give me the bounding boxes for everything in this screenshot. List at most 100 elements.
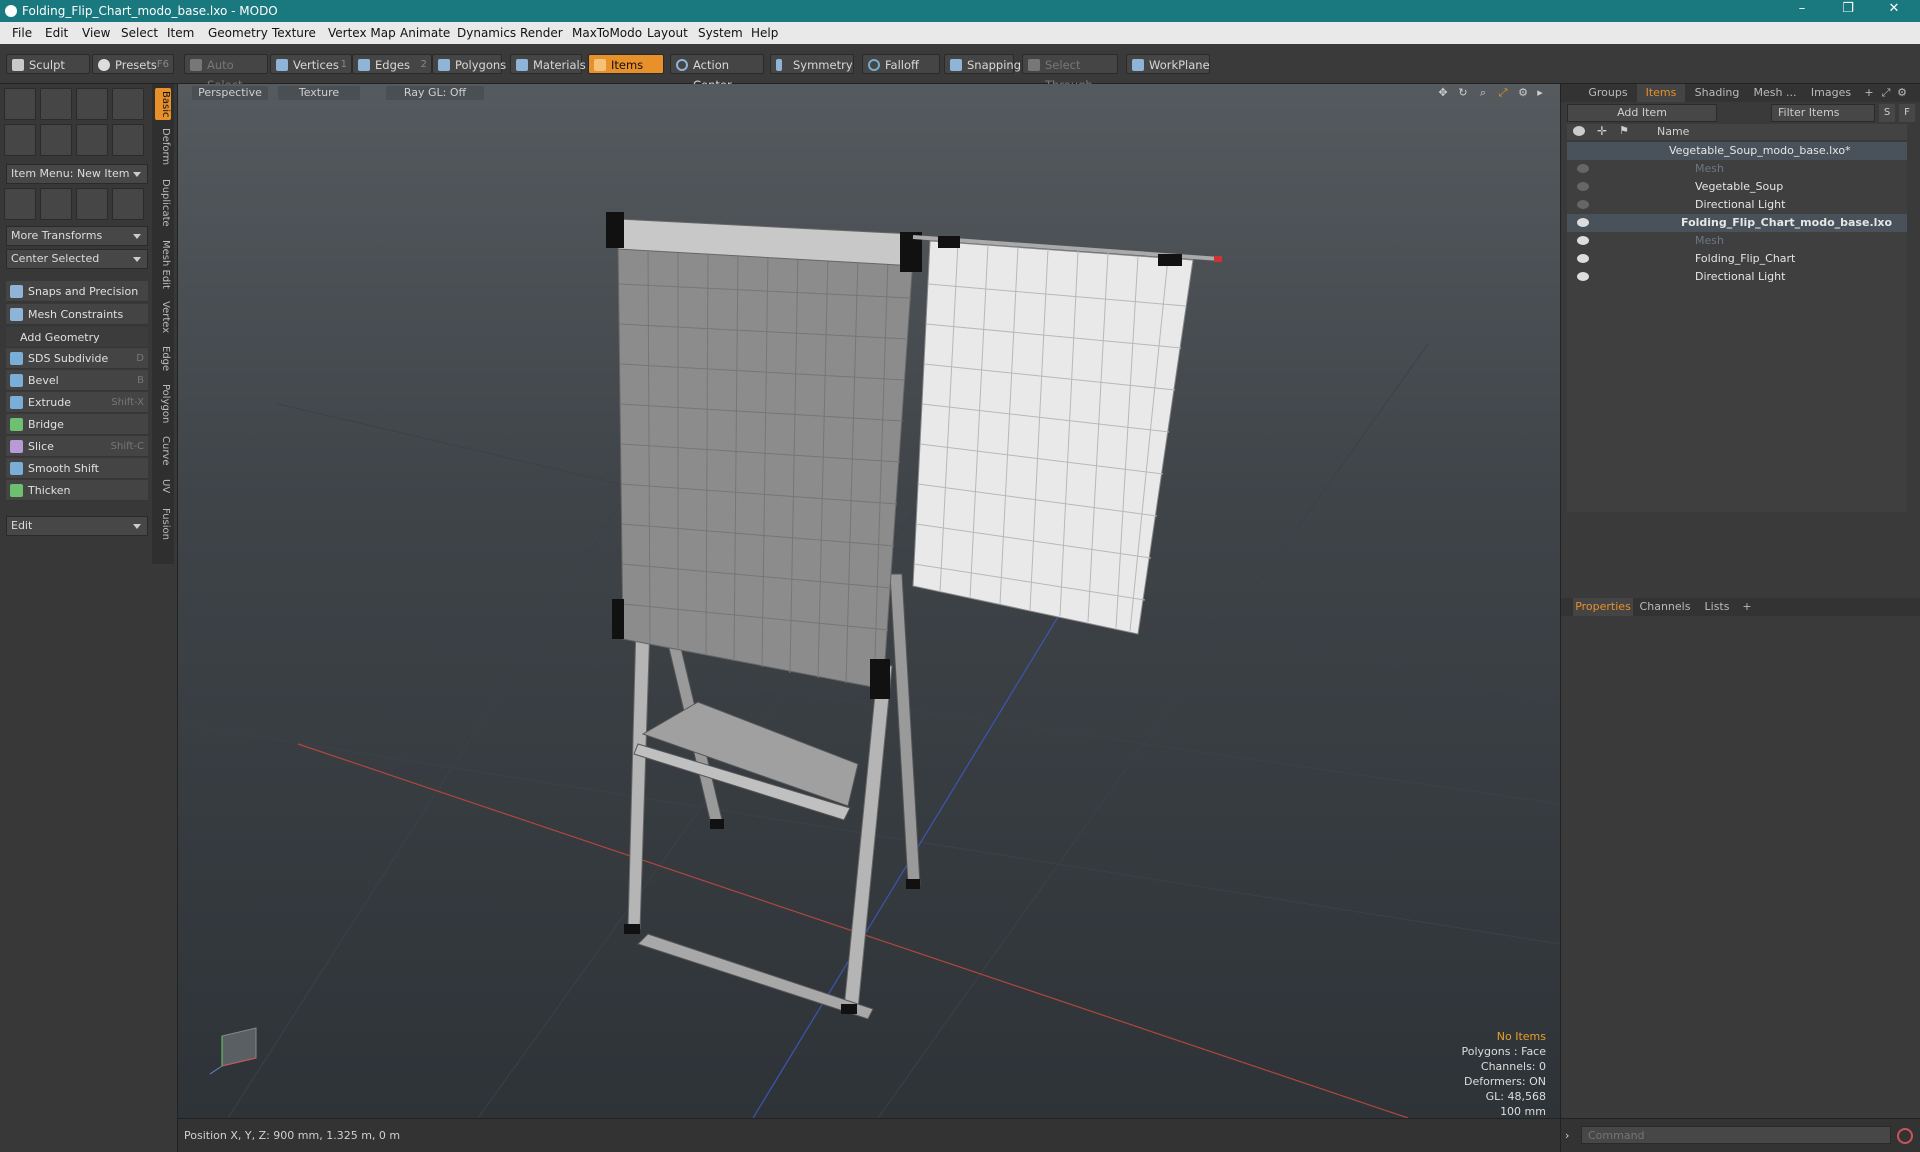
pen-tool-button[interactable] [76,124,108,156]
eye-icon[interactable] [1577,182,1589,191]
tab-groups[interactable]: Groups [1583,84,1633,102]
tab-items[interactable]: Items [1637,84,1685,102]
tab-mesh-edit[interactable]: Mesh Edit [155,238,171,290]
menu-file[interactable]: File [12,26,32,40]
tab-edge[interactable]: Edge [155,344,171,374]
workplane-button[interactable]: WorkPlane [1126,54,1210,74]
menu-edit[interactable]: Edit [45,26,68,40]
falloff-button[interactable]: Falloff [862,54,940,74]
menu-view[interactable]: View [82,26,110,40]
eye-icon[interactable] [1577,254,1589,263]
menu-help[interactable]: Help [751,26,778,40]
eye-icon[interactable] [1577,164,1589,173]
eye-icon[interactable] [1577,272,1589,281]
mesh-constraints-button[interactable]: Mesh Constraints [6,304,148,325]
panel-settings-icon[interactable]: ⚙ [1895,84,1909,102]
filter-s-button[interactable]: S [1879,104,1895,122]
tab-vertex[interactable]: Vertex [155,298,171,336]
restore-button[interactable]: ❐ [1828,1,1868,16]
vertices-button[interactable]: Vertices 1 [270,54,352,74]
tube-tool-button[interactable] [40,124,72,156]
sds-subdivide-button[interactable]: SDS Subdivide D [6,348,148,369]
menu-texture[interactable]: Texture [272,26,316,40]
tree-row[interactable]: Vegetable_Soup [1567,178,1907,196]
filter-items-input[interactable]: Filter Items [1771,104,1875,122]
cube-primitive-button[interactable] [4,88,36,120]
add-properties-tab-icon[interactable]: + [1741,598,1753,616]
tree-row[interactable]: Mesh [1567,232,1907,250]
sphere-primitive-button[interactable] [40,88,72,120]
eye-icon[interactable] [1577,200,1589,209]
add-tab-icon[interactable]: + [1863,84,1875,102]
tab-uv[interactable]: UV [155,476,171,496]
rotate-tool-button[interactable] [40,188,72,220]
text-tool-button[interactable] [112,124,144,156]
sculpt-button[interactable]: Sculpt [6,54,90,74]
items-button[interactable]: Items [588,54,664,74]
cylinder-primitive-button[interactable] [76,88,108,120]
tab-curve[interactable]: Curve [155,434,171,468]
close-button[interactable]: ✕ [1874,1,1914,16]
move-tool-button[interactable] [4,188,36,220]
tab-mesh[interactable]: Mesh ... [1749,84,1801,102]
auto-select-button[interactable]: Auto Select [184,54,268,92]
tab-images[interactable]: Images [1805,84,1857,102]
tab-basic[interactable]: Basic [155,88,171,120]
slice-button[interactable]: Slice Shift-C [6,436,148,457]
menu-geometry[interactable]: Geometry [208,26,268,40]
tab-fusion[interactable]: Fusion [155,504,171,544]
tab-deform[interactable]: Deform [155,126,171,168]
add-item-dropdown[interactable]: Add Item [1567,104,1717,122]
menu-render[interactable]: Render [520,26,563,40]
eye-icon[interactable] [1577,236,1589,245]
materials-button[interactable]: Materials [510,54,586,74]
polygons-button[interactable]: Polygons [432,54,506,74]
minimize-button[interactable]: – [1782,1,1822,16]
tab-polygon[interactable]: Polygon [155,382,171,426]
menu-select[interactable]: Select [121,26,158,40]
menu-vertex-map[interactable]: Vertex Map [328,26,396,40]
tab-channels[interactable]: Channels [1637,598,1693,616]
filter-f-button[interactable]: F [1899,104,1915,122]
more-transforms-dropdown[interactable]: More Transforms [6,226,148,246]
bevel-button[interactable]: Bevel B [6,370,148,391]
thicken-button[interactable]: Thicken [6,480,148,501]
tree-row[interactable]: Mesh [1567,160,1907,178]
snaps-precision-button[interactable]: Snaps and Precision [6,281,148,302]
transform-tool-button[interactable] [112,188,144,220]
symmetry-button[interactable]: Symmetry [770,54,854,74]
tree-row[interactable]: Folding_Flip_Chart_modo_base.lxo [1567,214,1907,232]
smooth-shift-button[interactable]: Smooth Shift [6,458,148,479]
tab-lists[interactable]: Lists [1697,598,1737,616]
menu-system[interactable]: System [698,26,743,40]
snapping-button[interactable]: Snapping [944,54,1021,74]
tree-row[interactable]: Directional Light [1567,268,1907,286]
menu-maxtomodo[interactable]: MaxToModo [572,26,642,40]
edit-dropdown[interactable]: Edit [6,516,148,536]
eye-icon[interactable] [1577,218,1589,227]
record-icon[interactable] [1897,1128,1913,1144]
item-menu-dropdown[interactable]: Item Menu: New Item [6,164,148,184]
menu-layout[interactable]: Layout [647,26,688,40]
tree-row[interactable]: Folding_Flip_Chart [1567,250,1907,268]
tab-properties[interactable]: Properties [1573,598,1633,616]
extrude-button[interactable]: Extrude Shift-X [6,392,148,413]
tree-row[interactable]: Directional Light [1567,196,1907,214]
edges-button[interactable]: Edges 2 [352,54,432,74]
3d-viewport[interactable]: Perspective Texture Ray GL: Off ✥ ↻ ⌕ ⤢ … [178,84,1560,1118]
select-through-button[interactable]: Select Through [1022,54,1118,92]
cone-primitive-button[interactable] [112,88,144,120]
menu-item[interactable]: Item [167,26,194,40]
presets-button[interactable]: Presets F6 [92,54,174,74]
center-selected-dropdown[interactable]: Center Selected [6,249,148,269]
scale-tool-button[interactable] [76,188,108,220]
add-geometry-header[interactable]: Add Geometry [6,327,148,348]
action-center-button[interactable]: Action Center [670,54,764,92]
bridge-button[interactable]: Bridge [6,414,148,435]
command-input[interactable] [1581,1126,1891,1144]
tree-row[interactable]: Vegetable_Soup_modo_base.lxo* [1567,142,1907,160]
menu-animate[interactable]: Animate [400,26,450,40]
tab-duplicate[interactable]: Duplicate [155,176,171,230]
tab-shading[interactable]: Shading [1689,84,1745,102]
expand-panel-icon[interactable]: ⤢ [1879,84,1893,102]
